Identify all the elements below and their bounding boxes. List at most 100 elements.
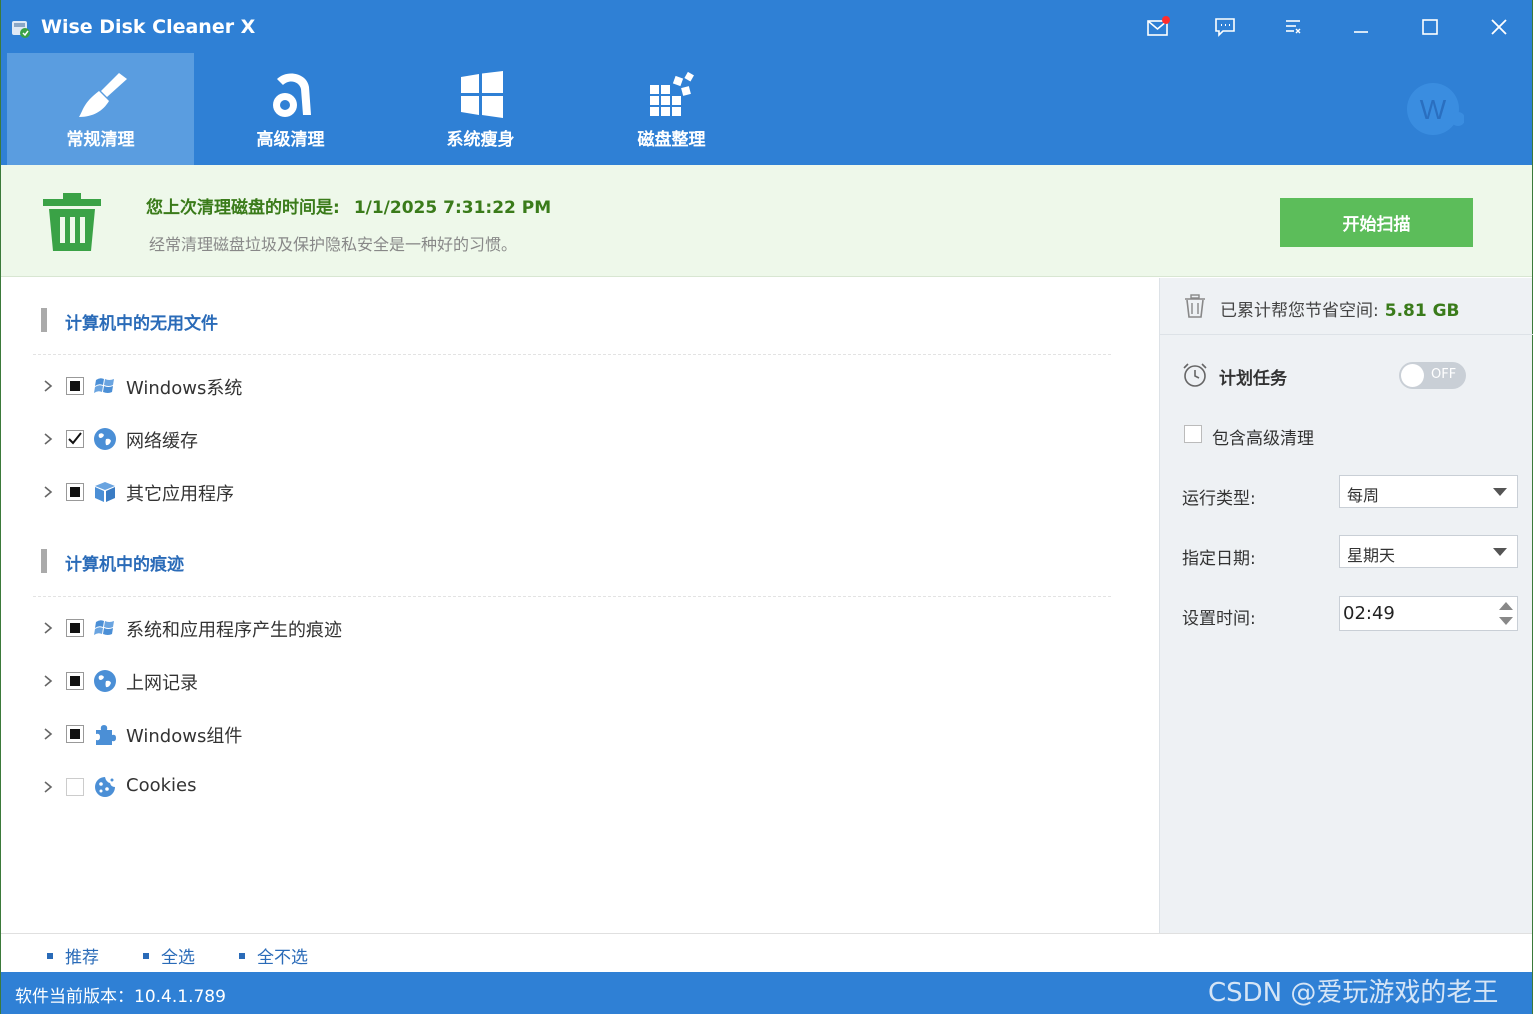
date-select[interactable]: 星期天 — [1339, 535, 1518, 568]
tab-label: 系统瘦身 — [446, 130, 515, 150]
tab-label: 高级清理 — [256, 130, 325, 150]
puzzle-icon — [96, 725, 116, 745]
app-title: Wise Disk Cleaner X — [41, 16, 256, 38]
maximize-icon — [1422, 19, 1438, 35]
list-item-browsing-history[interactable]: 上网记录 — [41, 668, 641, 694]
message-button[interactable] — [1145, 14, 1171, 40]
vacuum-icon — [273, 73, 311, 117]
tab-regular-clean[interactable]: 常规清理 — [7, 53, 194, 165]
item-checkbox[interactable] — [66, 377, 84, 395]
item-label: Windows系统 — [126, 378, 243, 399]
dropdown-arrow-icon — [1493, 548, 1507, 556]
trash-icon — [43, 193, 101, 251]
clean-item-list: 计算机中的无用文件 Windows系统 网络缓存 其它应用程序 计算机中的痕迹 … — [1, 278, 1159, 933]
select-all-link[interactable]: 全选 — [143, 943, 195, 968]
saved-space-box: 已累计帮您节省空间: 5.81 GB — [1160, 278, 1533, 335]
item-checkbox[interactable] — [66, 483, 84, 501]
item-checkbox[interactable] — [66, 725, 84, 743]
feedback-button[interactable] — [1212, 14, 1238, 40]
last-clean-info: 您上次清理磁盘的时间是: 1/1/2025 7:31:22 PM — [146, 193, 551, 218]
close-icon — [1491, 19, 1507, 35]
chevron-right-icon[interactable] — [41, 620, 55, 636]
section-title: 计算机中的无用文件 — [65, 314, 218, 334]
last-clean-label: 您上次清理磁盘的时间是: — [146, 198, 340, 218]
dropdown-arrow-icon — [1493, 488, 1507, 496]
account-avatar[interactable]: W — [1406, 82, 1464, 136]
time-label: 设置时间: — [1182, 609, 1256, 629]
chevron-right-icon[interactable] — [41, 431, 55, 447]
clean-tip: 经常清理磁盘垃圾及保护隐私安全是一种好的习惯。 — [149, 235, 518, 254]
item-label: 网络缓存 — [126, 431, 198, 452]
item-label: 上网记录 — [126, 673, 198, 694]
box-icon — [95, 482, 115, 502]
time-spinner[interactable]: 02:49 — [1339, 596, 1518, 631]
toggle-state: OFF — [1431, 367, 1457, 382]
spin-up-icon[interactable] — [1499, 602, 1513, 610]
minimize-button[interactable] — [1348, 14, 1374, 40]
broom-icon — [79, 73, 127, 117]
close-button[interactable] — [1486, 14, 1512, 40]
tab-system-slim[interactable]: 系统瘦身 — [387, 53, 574, 165]
selection-actions: 推荐 全选 全不选 — [1, 933, 1532, 972]
chevron-right-icon[interactable] — [41, 726, 55, 742]
tab-defrag[interactable]: 磁盘整理 — [578, 53, 765, 165]
include-advanced-checkbox[interactable] — [1184, 425, 1202, 443]
run-type-value: 每周 — [1347, 486, 1380, 505]
list-item-cookies[interactable]: Cookies — [41, 774, 641, 800]
tab-label: 磁盘整理 — [637, 130, 706, 150]
list-item-network-cache[interactable]: 网络缓存 — [41, 426, 641, 452]
app-logo-icon — [12, 21, 30, 38]
include-advanced-label: 包含高级清理 — [1212, 429, 1314, 449]
run-type-select[interactable]: 每周 — [1339, 475, 1518, 508]
list-item-windows-components[interactable]: Windows组件 — [41, 721, 641, 747]
section-title: 计算机中的痕迹 — [65, 555, 184, 575]
alarm-clock-icon — [1183, 363, 1207, 387]
saved-space-value: 5.81 GB — [1384, 301, 1460, 321]
windows-icon — [94, 378, 114, 393]
checkmark-icon — [68, 432, 82, 445]
windows-icon — [94, 620, 114, 635]
tab-advanced-clean[interactable]: 高级清理 — [197, 53, 384, 165]
tab-label: 常规清理 — [66, 130, 135, 150]
menu-button[interactable] — [1280, 14, 1306, 40]
maximize-button[interactable] — [1417, 14, 1443, 40]
chevron-right-icon[interactable] — [41, 673, 55, 689]
time-value: 02:49 — [1343, 603, 1395, 624]
cookie-icon — [95, 777, 115, 797]
item-label: 其它应用程序 — [126, 484, 234, 505]
item-checkbox[interactable] — [66, 672, 84, 690]
list-item-windows-system[interactable]: Windows系统 — [41, 373, 641, 399]
item-label: Windows组件 — [126, 726, 243, 747]
chevron-right-icon[interactable] — [41, 484, 55, 500]
recommend-link[interactable]: 推荐 — [47, 943, 99, 968]
select-none-link[interactable]: 全不选 — [239, 943, 308, 968]
list-item-app-traces[interactable]: 系统和应用程序产生的痕迹 — [41, 615, 641, 641]
minimize-icon — [1354, 31, 1368, 33]
header: Wise Disk Cleaner X 常规清理 高级清理 系统瘦身 磁盘整理 … — [1, 0, 1532, 165]
chevron-right-icon[interactable] — [41, 378, 55, 394]
schedule-title: 计划任务 — [1219, 369, 1287, 389]
item-checkbox[interactable] — [66, 430, 84, 448]
schedule-header: 计划任务 OFF — [1182, 362, 1512, 390]
menu-icon — [1286, 20, 1301, 34]
item-checkbox[interactable] — [66, 619, 84, 637]
saved-space-label: 已累计帮您节省空间: — [1220, 301, 1379, 321]
item-checkbox[interactable] — [66, 778, 84, 796]
windows-logo-icon — [461, 71, 503, 118]
chevron-right-icon[interactable] — [41, 779, 55, 795]
chat-icon — [1215, 18, 1235, 37]
globe-icon — [94, 428, 116, 450]
version-text: 软件当前版本：10.4.1.789 — [15, 987, 226, 1007]
divider — [33, 354, 1111, 355]
date-label: 指定日期: — [1182, 549, 1256, 569]
schedule-toggle[interactable]: OFF — [1399, 362, 1466, 389]
spin-down-icon[interactable] — [1499, 617, 1513, 625]
status-bar: 软件当前版本：10.4.1.789 CSDN @爱玩游戏的老王 — [1, 972, 1532, 1014]
mail-icon — [1147, 16, 1170, 36]
watermark-text: CSDN @爱玩游戏的老王 — [1208, 978, 1499, 1008]
globe-icon — [94, 670, 116, 692]
start-scan-button[interactable]: 开始扫描 — [1280, 198, 1473, 247]
date-value: 星期天 — [1347, 546, 1396, 565]
schedule-panel: 已累计帮您节省空间: 5.81 GB 计划任务 OFF 包含高级清理 运行类型: … — [1159, 278, 1533, 933]
list-item-other-apps[interactable]: 其它应用程序 — [41, 479, 641, 505]
